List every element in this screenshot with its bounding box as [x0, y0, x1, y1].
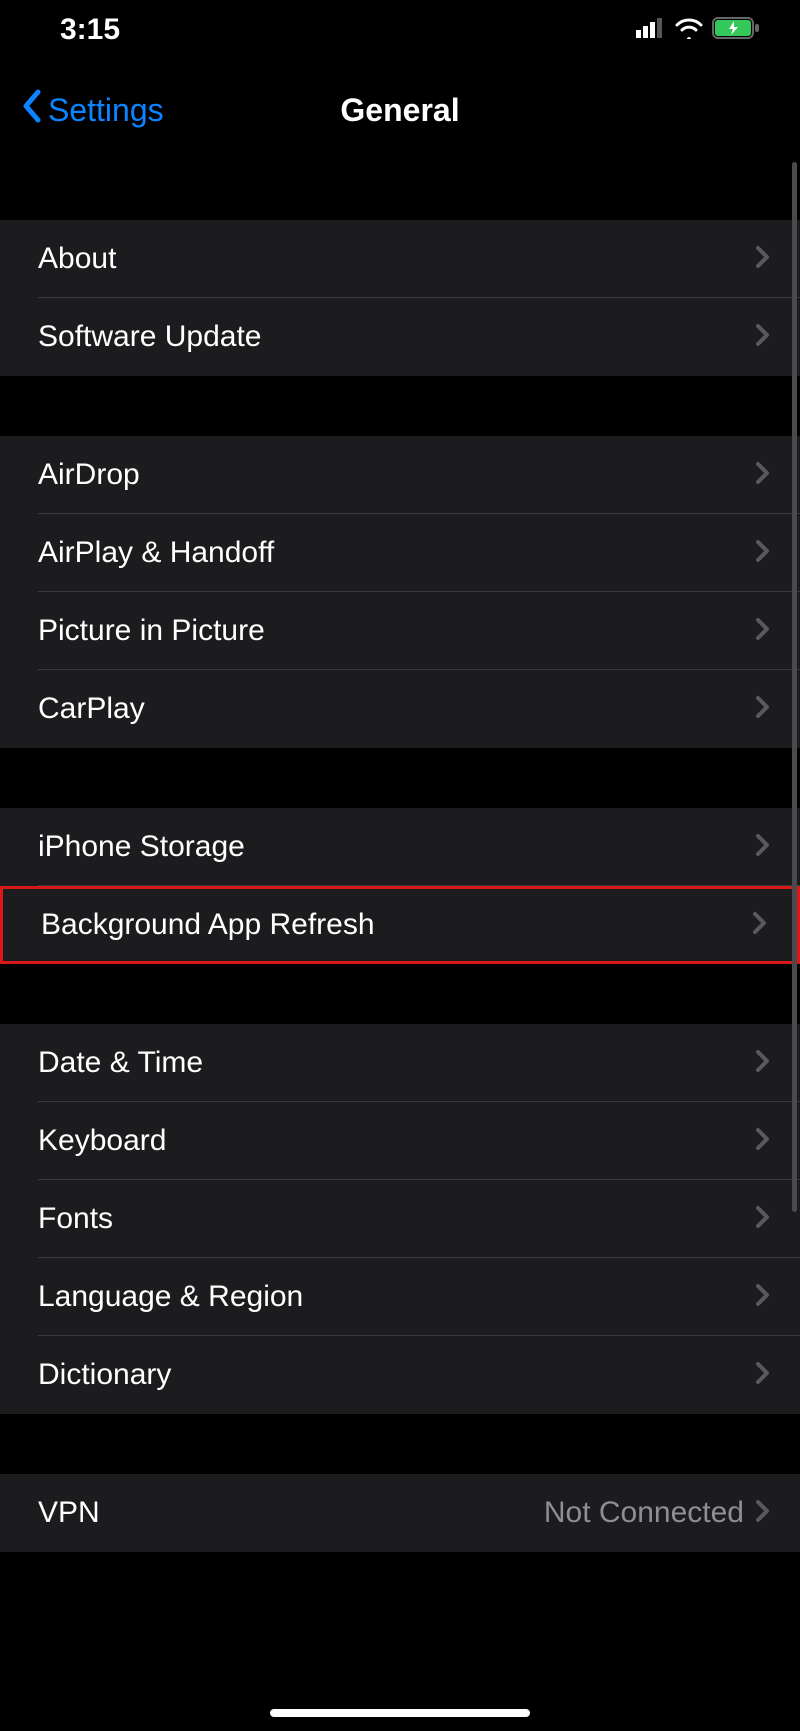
home-indicator[interactable]: [270, 1709, 530, 1717]
battery-charging-icon: [712, 17, 760, 44]
row-date-time[interactable]: Date & Time: [0, 1024, 800, 1102]
chevron-right-icon: [754, 1126, 770, 1157]
cellular-icon: [636, 18, 666, 43]
section: AirDrop AirPlay & Handoff Picture in Pictu…: [0, 436, 800, 748]
row-value: Not Connected: [544, 1496, 744, 1530]
row-iphone-storage[interactable]: iPhone Storage: [0, 808, 800, 886]
section-gap: [0, 964, 800, 1024]
status-indicators: [636, 17, 760, 44]
row-label: Picture in Picture: [38, 614, 754, 648]
row-airdrop[interactable]: AirDrop: [0, 436, 800, 514]
row-airplay-handoff[interactable]: AirPlay & Handoff: [0, 514, 800, 592]
row-vpn[interactable]: VPNNot Connected: [0, 1474, 800, 1552]
status-time: 3:15: [60, 13, 120, 47]
row-label: Keyboard: [38, 1124, 754, 1158]
section: VPNNot Connected: [0, 1474, 800, 1552]
row-fonts[interactable]: Fonts: [0, 1180, 800, 1258]
chevron-right-icon: [754, 1204, 770, 1235]
page-title: General: [340, 92, 459, 129]
row-label: Background App Refresh: [41, 908, 751, 942]
chevron-right-icon: [754, 1048, 770, 1079]
row-label: AirDrop: [38, 458, 754, 492]
chevron-right-icon: [754, 1360, 770, 1391]
section: Date & Time Keyboard Fonts Language & Regio…: [0, 1024, 800, 1414]
wifi-icon: [674, 17, 704, 44]
back-label: Settings: [48, 92, 164, 129]
nav-bar: Settings General: [0, 60, 800, 160]
row-label: Language & Region: [38, 1280, 754, 1314]
status-bar: 3:15: [0, 0, 800, 60]
row-label: CarPlay: [38, 692, 754, 726]
section: iPhone Storage Background App Refresh: [0, 808, 800, 964]
row-picture-in-picture[interactable]: Picture in Picture: [0, 592, 800, 670]
chevron-right-icon: [754, 1282, 770, 1313]
chevron-right-icon: [754, 538, 770, 569]
chevron-right-icon: [754, 694, 770, 725]
row-label: Date & Time: [38, 1046, 754, 1080]
section-gap: [0, 160, 800, 220]
row-background-app-refresh[interactable]: Background App Refresh: [0, 886, 800, 964]
row-language-region[interactable]: Language & Region: [0, 1258, 800, 1336]
chevron-right-icon: [751, 910, 767, 941]
chevron-left-icon: [20, 88, 44, 132]
section-gap: [0, 748, 800, 808]
scrollbar[interactable]: [792, 162, 797, 1212]
section: About Software Update: [0, 220, 800, 376]
row-label: About: [38, 242, 754, 276]
chevron-right-icon: [754, 616, 770, 647]
chevron-right-icon: [754, 832, 770, 863]
chevron-right-icon: [754, 244, 770, 275]
settings-list[interactable]: About Software Update AirDrop AirPlay & Han…: [0, 160, 800, 1552]
row-label: AirPlay & Handoff: [38, 536, 754, 570]
section-gap: [0, 1414, 800, 1474]
row-label: Dictionary: [38, 1358, 754, 1392]
row-label: iPhone Storage: [38, 830, 754, 864]
row-label: Fonts: [38, 1202, 754, 1236]
row-label: VPN: [38, 1496, 544, 1530]
back-button[interactable]: Settings: [20, 88, 164, 132]
row-dictionary[interactable]: Dictionary: [0, 1336, 800, 1414]
chevron-right-icon: [754, 460, 770, 491]
section-gap: [0, 376, 800, 436]
chevron-right-icon: [754, 322, 770, 353]
chevron-right-icon: [754, 1498, 770, 1529]
row-about[interactable]: About: [0, 220, 800, 298]
row-carplay[interactable]: CarPlay: [0, 670, 800, 748]
row-label: Software Update: [38, 320, 754, 354]
row-software-update[interactable]: Software Update: [0, 298, 800, 376]
row-keyboard[interactable]: Keyboard: [0, 1102, 800, 1180]
